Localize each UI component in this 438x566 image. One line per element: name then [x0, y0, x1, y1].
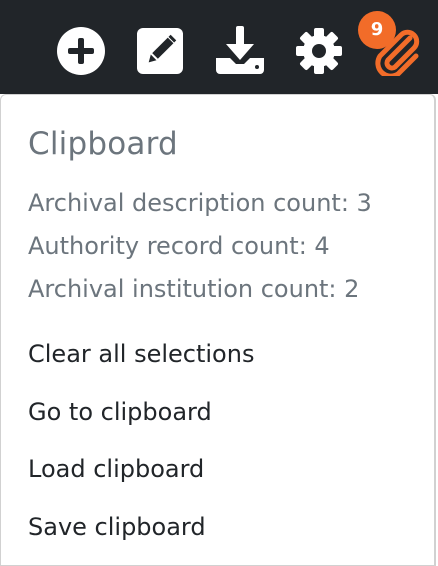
top-navbar: 9 [0, 0, 438, 94]
import-icon[interactable] [212, 24, 268, 76]
go-to-clipboard-link[interactable]: Go to clipboard [28, 398, 212, 426]
archival-description-count: Archival description count: 3 [28, 189, 372, 217]
load-clipboard-link[interactable]: Load clipboard [28, 455, 204, 483]
settings-icon[interactable] [294, 26, 344, 76]
save-clipboard-link[interactable]: Save clipboard [28, 513, 206, 541]
clipboard-count-badge: 9 [358, 11, 396, 49]
archival-institution-count: Archival institution count: 2 [28, 275, 360, 303]
dropdown-header: Clipboard [28, 126, 178, 162]
clear-all-selections-link[interactable]: Clear all selections [28, 340, 254, 368]
clipboard-dropdown-menu [0, 94, 436, 566]
add-icon[interactable] [55, 25, 107, 77]
edit-icon[interactable] [137, 28, 183, 74]
authority-record-count: Authority record count: 4 [28, 232, 330, 260]
